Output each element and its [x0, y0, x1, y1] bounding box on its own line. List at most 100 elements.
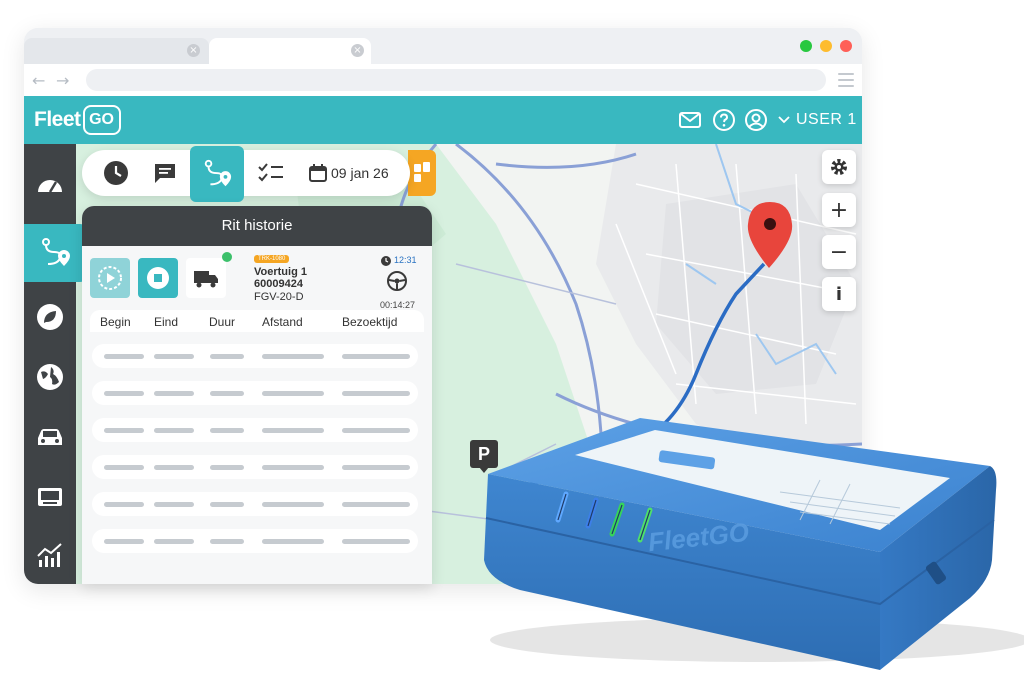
layer-toggle-button[interactable] [408, 150, 436, 196]
placeholder-bar [342, 465, 410, 470]
date-picker[interactable]: 09 jan 26 [308, 150, 404, 196]
status-dot [222, 252, 232, 262]
logo-text: Fleet [34, 108, 81, 131]
placeholder-bar [210, 428, 244, 433]
sidebar-item-devices[interactable] [24, 468, 76, 526]
placeholder-bar [154, 502, 194, 507]
sidebar-item-eco[interactable] [24, 288, 76, 346]
placeholder-bar [154, 391, 194, 396]
vehicle-id: 60009424 [254, 278, 303, 290]
menu-icon[interactable] [838, 73, 854, 91]
stop-button[interactable] [138, 258, 178, 298]
chart-icon [37, 543, 62, 567]
route-tab-button[interactable] [190, 146, 244, 202]
url-input[interactable] [86, 69, 826, 91]
table-row[interactable] [92, 529, 418, 553]
panel-title: Rit historie [82, 206, 432, 246]
map-settings-button[interactable] [822, 150, 856, 184]
table-row[interactable] [92, 492, 418, 516]
device-icon [38, 488, 62, 506]
table-row[interactable] [92, 381, 418, 405]
tab-close-icon[interactable]: × [351, 44, 364, 57]
layers-icon [414, 162, 430, 182]
sidebar-item-world[interactable] [24, 348, 76, 406]
ride-toolbar: 09 jan 26 [82, 146, 410, 202]
user-icon[interactable] [744, 108, 768, 132]
trip-time: 12:31 [394, 255, 417, 265]
placeholder-bar [104, 391, 144, 396]
back-arrow-icon[interactable]: ← [32, 71, 45, 90]
route-icon [42, 238, 70, 266]
truck-icon [194, 271, 218, 288]
col-eind: Eind [154, 315, 179, 329]
col-begin: Begin [100, 315, 131, 329]
placeholder-bar [262, 391, 324, 396]
tab-close-icon[interactable]: × [187, 44, 200, 57]
placeholder-bar [262, 428, 324, 433]
vehicle-card: TRK-1080 Voertuig 1 60009424 FGV-20-D 12… [90, 252, 424, 310]
chevron-down-icon[interactable] [778, 115, 790, 125]
placeholder-bar [104, 428, 144, 433]
sidebar-item-route[interactable] [24, 224, 86, 282]
sidebar-item-dashboard[interactable] [24, 156, 76, 214]
placeholder-bar [154, 428, 194, 433]
zoom-in-button[interactable]: + [822, 193, 856, 227]
sidebar-item-reports[interactable] [24, 526, 76, 584]
close-dot[interactable] [840, 40, 852, 52]
history-button[interactable] [92, 150, 140, 196]
placeholder-bar [342, 354, 410, 359]
messages-button[interactable] [140, 150, 190, 196]
placeholder-bar [154, 539, 194, 544]
user-menu-label[interactable]: USER 1 [796, 111, 857, 129]
table-row[interactable] [92, 344, 418, 368]
checklist-icon [258, 163, 283, 182]
table-row[interactable] [92, 418, 418, 442]
placeholder-bar [210, 391, 244, 396]
placeholder-bar [104, 465, 144, 470]
placeholder-bar [154, 465, 194, 470]
forward-arrow-icon[interactable]: → [56, 71, 69, 90]
leaf-icon [37, 304, 63, 330]
trip-duration: 00:14:27 [380, 300, 416, 310]
placeholder-bar [262, 465, 324, 470]
parking-marker-tail [479, 467, 489, 473]
steering-wheel-icon [387, 271, 407, 291]
chat-icon [155, 164, 175, 183]
mail-icon[interactable] [678, 108, 702, 132]
clock-small-icon [381, 256, 391, 266]
help-icon[interactable] [712, 108, 736, 132]
tasks-button[interactable] [246, 150, 296, 196]
sidebar-item-vehicles[interactable] [24, 408, 76, 466]
fleetgo-logo: Fleet GO [34, 105, 121, 135]
play-icon [98, 266, 122, 290]
browser-tab-1[interactable]: × [24, 38, 209, 64]
zoom-out-button[interactable]: − [822, 235, 856, 269]
maximize-dot[interactable] [800, 40, 812, 52]
placeholder-bar [342, 502, 410, 507]
vehicle-badge: TRK-1080 [254, 255, 290, 263]
placeholder-bar [262, 539, 324, 544]
placeholder-bar [154, 354, 194, 359]
placeholder-bar [262, 354, 324, 359]
address-bar: ← → [24, 64, 862, 96]
info-button[interactable]: i [822, 277, 856, 311]
tab-bar: × × [24, 28, 862, 64]
logo-box: GO [82, 105, 121, 135]
globe-icon [37, 364, 63, 390]
parking-marker[interactable]: P [470, 440, 498, 468]
browser-tab-2[interactable]: × [209, 38, 371, 64]
ride-history-panel: Rit historie TRK-1080 Voertuig 1 6000942… [82, 206, 432, 584]
car-icon [38, 429, 62, 445]
route-icon [204, 159, 232, 187]
play-button[interactable] [90, 258, 130, 298]
placeholder-bar [210, 465, 244, 470]
clock-icon [104, 161, 128, 185]
stop-icon [147, 267, 169, 289]
table-row[interactable] [92, 455, 418, 479]
minimize-dot[interactable] [820, 40, 832, 52]
dashboard-icon [38, 180, 62, 193]
placeholder-bar [104, 539, 144, 544]
vehicle-avatar [186, 258, 226, 298]
placeholder-bar [210, 539, 244, 544]
date-label: 09 jan 26 [331, 165, 389, 181]
